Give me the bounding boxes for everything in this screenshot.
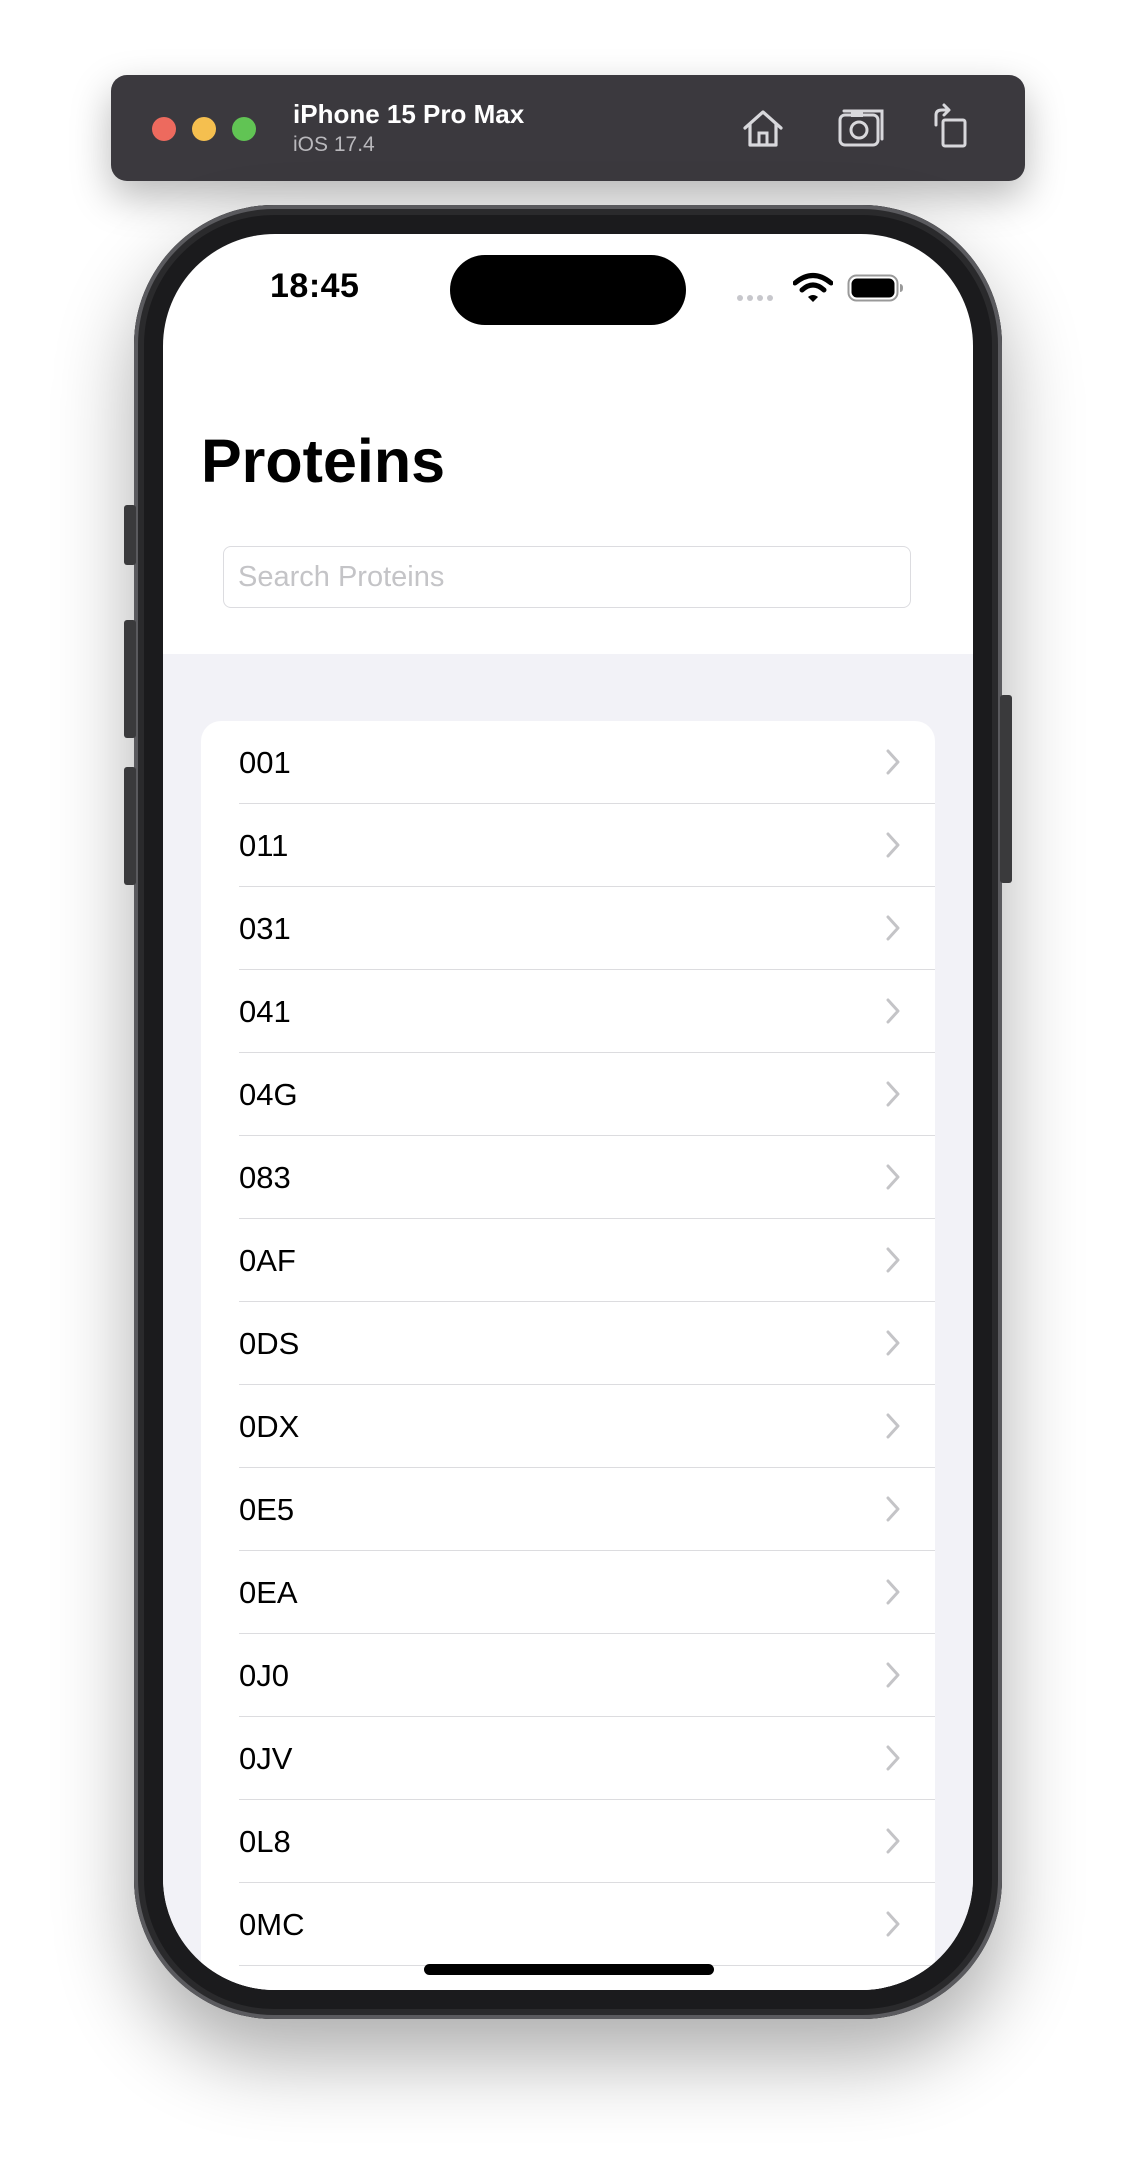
list-item[interactable]: 083 — [201, 1136, 935, 1219]
chevron-right-icon — [886, 1247, 900, 1273]
list-item[interactable]: 0J0 — [201, 1634, 935, 1717]
status-icons — [737, 272, 905, 309]
list-item[interactable]: 041 — [201, 970, 935, 1053]
action-button — [124, 505, 136, 565]
os-version: iOS 17.4 — [293, 133, 375, 156]
chevron-right-icon — [886, 1745, 900, 1771]
chevron-right-icon — [886, 1164, 900, 1190]
list-item[interactable]: 011 — [201, 804, 935, 887]
list-item-label: 083 — [239, 1159, 291, 1195]
list-item-label: 0DS — [239, 1325, 300, 1361]
chevron-right-icon — [886, 915, 900, 941]
list-item[interactable]: 04G — [201, 1053, 935, 1136]
cellular-signal-icon — [737, 294, 773, 301]
minimize-window-button[interactable] — [192, 117, 216, 141]
list-item-label: 031 — [239, 910, 291, 946]
wifi-icon — [792, 272, 834, 309]
list-item[interactable]: 0L8 — [201, 1800, 935, 1883]
chevron-right-icon — [886, 1330, 900, 1356]
list-item[interactable]: 0E5 — [201, 1468, 935, 1551]
home-icon[interactable] — [736, 101, 790, 155]
chevron-right-icon — [886, 1413, 900, 1439]
device-screen: 18:45 Proteins 001 — [163, 234, 973, 1990]
volume-up-button — [124, 620, 136, 738]
list-item-label: 0L8 — [239, 1823, 291, 1859]
chevron-right-icon — [886, 1828, 900, 1854]
list-item[interactable]: 0JV — [201, 1717, 935, 1800]
device-name: iPhone 15 Pro Max — [293, 99, 525, 129]
list-item-label: 011 — [239, 827, 289, 863]
status-time: 18:45 — [270, 267, 360, 305]
chevron-right-icon — [886, 749, 900, 775]
list-item-label: 001 — [239, 744, 291, 780]
list-item-label: 0JV — [239, 1740, 293, 1776]
chevron-right-icon — [886, 1662, 900, 1688]
page-title: Proteins — [201, 427, 446, 495]
list-item-label: 0J0 — [239, 1657, 289, 1693]
home-indicator[interactable] — [424, 1964, 714, 1975]
list-item-label: 0MC — [239, 1906, 305, 1942]
list-item-label: 0AF — [239, 1242, 296, 1278]
rotate-icon[interactable] — [926, 101, 980, 155]
battery-icon — [847, 273, 905, 308]
list-item-label: 0DX — [239, 1408, 300, 1444]
screenshot-icon[interactable] — [833, 101, 887, 155]
list-item[interactable]: 0EA — [201, 1551, 935, 1634]
dynamic-island — [450, 255, 686, 325]
list-item-label: 0E5 — [239, 1491, 295, 1527]
list-item[interactable]: 031 — [201, 887, 935, 970]
chevron-right-icon — [886, 998, 900, 1024]
proteins-list: 001 011 031 041 04G 083 0AF 0DS 0DX 0E5 … — [201, 721, 935, 1990]
list-item[interactable]: 0DX — [201, 1385, 935, 1468]
close-window-button[interactable] — [152, 117, 176, 141]
chevron-right-icon — [886, 832, 900, 858]
list-item[interactable]: 001 — [201, 721, 935, 804]
list-item[interactable]: 0DS — [201, 1302, 935, 1385]
list-item-label: 0EA — [239, 1574, 298, 1610]
list-item[interactable]: 0MC — [201, 1883, 935, 1966]
chevron-right-icon — [886, 1081, 900, 1107]
chevron-right-icon — [886, 1496, 900, 1522]
volume-down-button — [124, 767, 136, 885]
list-item[interactable]: 0AF — [201, 1219, 935, 1302]
chevron-right-icon — [886, 1911, 900, 1937]
search-input[interactable] — [223, 546, 911, 608]
list-item-label: 041 — [239, 993, 291, 1029]
simulator-title-bar: iPhone 15 Pro Max iOS 17.4 — [111, 75, 1025, 181]
list-item-label: 04G — [239, 1076, 298, 1112]
chevron-right-icon — [886, 1579, 900, 1605]
side-button — [1000, 695, 1012, 883]
zoom-window-button[interactable] — [232, 117, 256, 141]
